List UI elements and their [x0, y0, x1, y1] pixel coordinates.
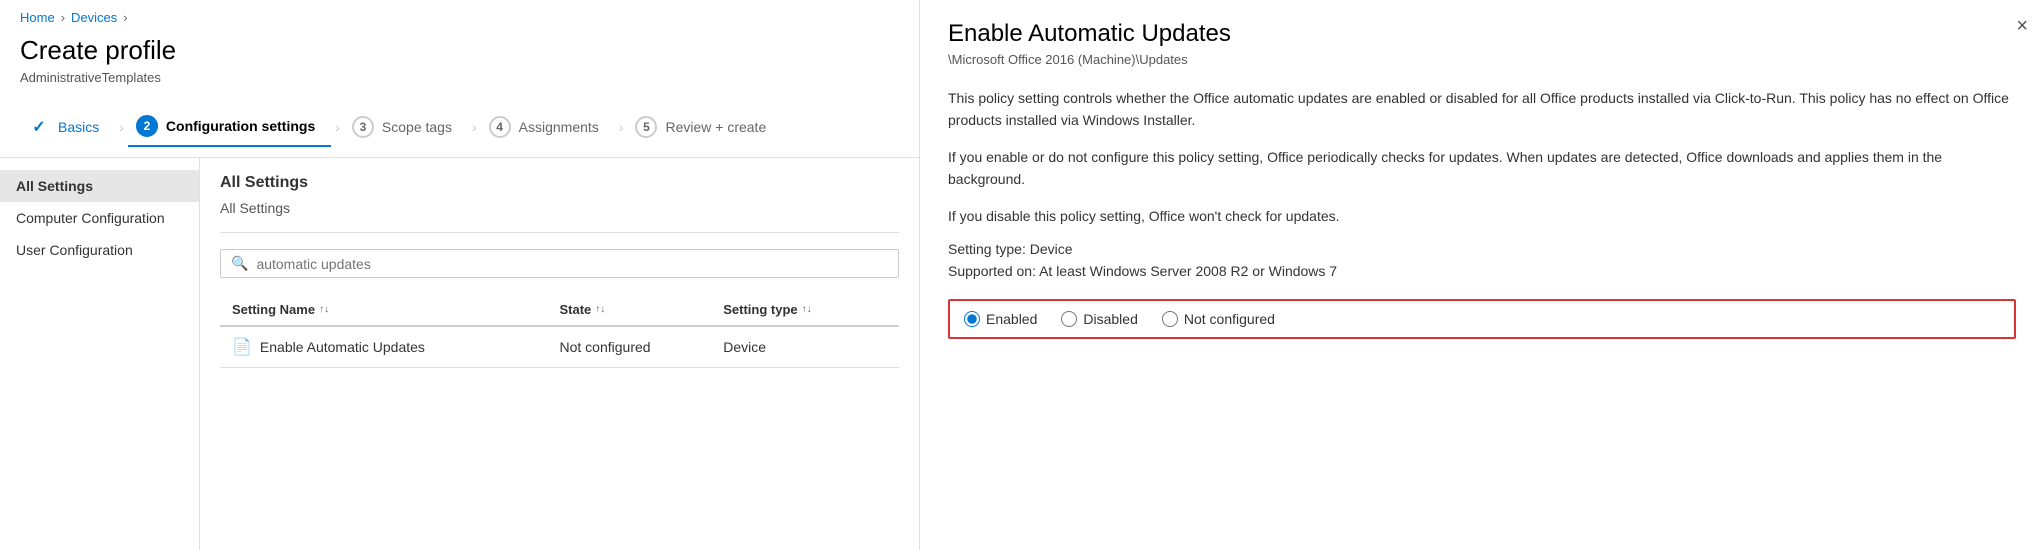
col-setting-type-label: Setting type [723, 302, 797, 317]
sidebar-item-user-config[interactable]: User Configuration [0, 234, 199, 266]
radio-not-configured[interactable]: Not configured [1162, 311, 1275, 327]
section-breadcrumb: All Settings [220, 200, 899, 216]
breadcrumb-sep1: › [61, 10, 65, 25]
radio-enabled-input[interactable] [964, 311, 980, 327]
left-panel: Home › Devices › Create profile Administ… [0, 0, 920, 550]
table-header: Setting Name ↑↓ State ↑↓ Setting type ↑↓ [220, 294, 899, 327]
section-title: All Settings [220, 174, 899, 192]
content-area: All Settings Computer Configuration User… [0, 158, 919, 550]
radio-disabled-label: Disabled [1083, 311, 1137, 327]
step-divider-1: › [119, 119, 124, 135]
step-configuration-num: 2 [136, 115, 158, 137]
row-name: 📄 Enable Automatic Updates [232, 337, 560, 357]
radio-disabled-input[interactable] [1061, 311, 1077, 327]
radio-not-configured-input[interactable] [1162, 311, 1178, 327]
close-button[interactable]: × [2016, 16, 2028, 36]
step-configuration[interactable]: 2 Configuration settings [128, 107, 331, 147]
wizard-steps: ✓ Basics › 2 Configuration settings › 3 … [0, 97, 919, 158]
file-icon: 📄 [232, 337, 252, 357]
sort-icon-state: ↑↓ [595, 304, 605, 315]
step-basics-num: ✓ [28, 116, 50, 138]
step-assignments-label: Assignments [519, 119, 599, 135]
radio-enabled[interactable]: Enabled [964, 311, 1037, 327]
col-state-label: State [560, 302, 592, 317]
col-state[interactable]: State ↑↓ [560, 302, 724, 317]
right-panel: × Enable Automatic Updates \Microsoft Of… [920, 0, 2044, 550]
step-review[interactable]: 5 Review + create [627, 108, 782, 146]
col-setting-name[interactable]: Setting Name ↑↓ [232, 302, 560, 317]
step-divider-3: › [472, 119, 477, 135]
breadcrumb-sep2: › [123, 10, 127, 25]
radio-disabled[interactable]: Disabled [1061, 311, 1137, 327]
step-divider-4: › [619, 119, 624, 135]
panel-path: \Microsoft Office 2016 (Machine)\Updates [948, 52, 2016, 67]
breadcrumb-devices[interactable]: Devices [71, 10, 117, 25]
step-basics[interactable]: ✓ Basics [20, 108, 115, 146]
panel-description-1: This policy setting controls whether the… [948, 87, 2016, 132]
step-review-label: Review + create [665, 119, 766, 135]
search-input[interactable] [256, 256, 888, 272]
section-divider [220, 232, 899, 233]
settings-sidebar: All Settings Computer Configuration User… [0, 158, 200, 550]
step-scope-label: Scope tags [382, 119, 452, 135]
panel-description-2: If you enable or do not configure this p… [948, 146, 2016, 191]
step-divider-2: › [335, 119, 340, 135]
row-setting-name: Enable Automatic Updates [260, 339, 425, 355]
page-subtitle: AdministrativeTemplates [0, 68, 919, 97]
step-scope-num: 3 [352, 116, 374, 138]
row-state: Not configured [560, 339, 724, 355]
table-row[interactable]: 📄 Enable Automatic Updates Not configure… [220, 327, 899, 368]
main-content: All Settings All Settings 🔍 Setting Name… [200, 158, 919, 550]
sort-icon-name: ↑↓ [319, 304, 329, 315]
search-icon: 🔍 [231, 255, 248, 272]
breadcrumb-home[interactable]: Home [20, 10, 55, 25]
panel-setting-type: Setting type: Device [948, 241, 2016, 257]
sidebar-item-computer-config[interactable]: Computer Configuration [0, 202, 199, 234]
step-basics-label: Basics [58, 119, 99, 135]
sort-icon-type: ↑↓ [802, 304, 812, 315]
step-scope[interactable]: 3 Scope tags [344, 108, 468, 146]
radio-not-configured-label: Not configured [1184, 311, 1275, 327]
panel-description-3: If you disable this policy setting, Offi… [948, 205, 2016, 227]
panel-supported: Supported on: At least Windows Server 20… [948, 263, 2016, 279]
breadcrumb: Home › Devices › [0, 0, 919, 31]
page-title: Create profile [0, 31, 919, 68]
sidebar-item-all-settings[interactable]: All Settings [0, 170, 199, 202]
col-setting-name-label: Setting Name [232, 302, 315, 317]
step-assignments-num: 4 [489, 116, 511, 138]
search-bar[interactable]: 🔍 [220, 249, 899, 278]
col-setting-type[interactable]: Setting type ↑↓ [723, 302, 887, 317]
step-configuration-label: Configuration settings [166, 118, 315, 134]
row-type: Device [723, 339, 887, 355]
panel-title: Enable Automatic Updates [948, 20, 2016, 48]
step-review-num: 5 [635, 116, 657, 138]
step-assignments[interactable]: 4 Assignments [481, 108, 615, 146]
radio-enabled-label: Enabled [986, 311, 1037, 327]
radio-group: Enabled Disabled Not configured [948, 299, 2016, 339]
